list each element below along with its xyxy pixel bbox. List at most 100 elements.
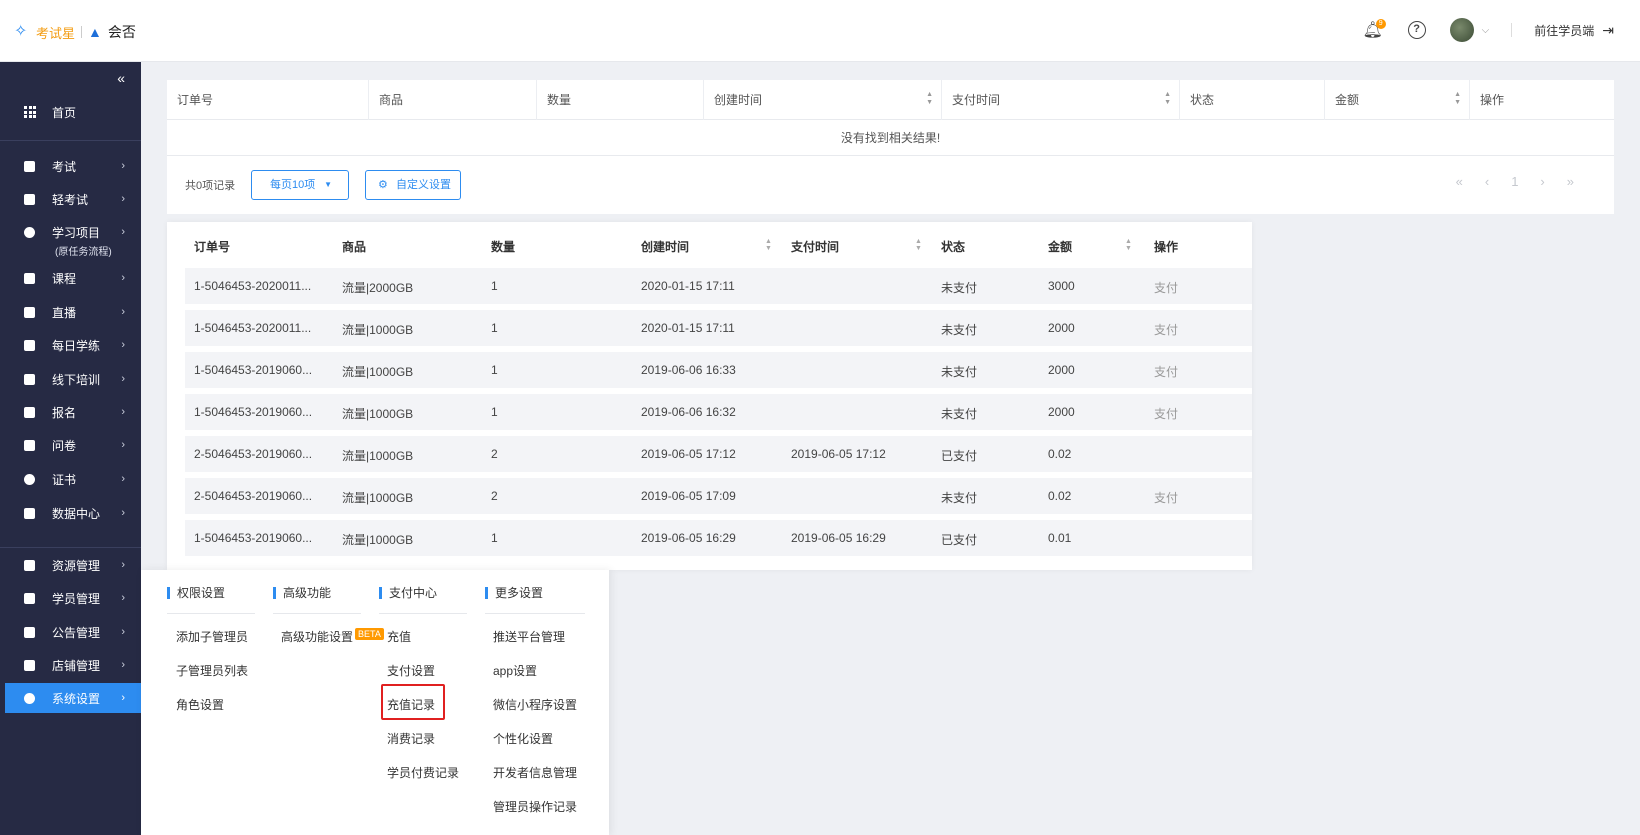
column-header[interactable]: 数量 — [537, 80, 704, 120]
menu-item-role-settings[interactable]: 角色设置 — [176, 696, 224, 713]
orders-table: 订单号 商品 数量 创建时间 ▲ ▼ 支付时间 ▲ ▼ 状态 金额 ▲ ▼ 操作 1-… — [167, 222, 1252, 570]
column-header-sortable[interactable]: 创建时间 ▲ ▼ — [704, 80, 942, 120]
pay-link[interactable]: 支付 — [1154, 489, 1214, 506]
prev-page-icon[interactable]: ‹ — [1485, 174, 1489, 189]
sort-icon[interactable]: ▲ ▼ — [1164, 91, 1171, 107]
sidebar-divider — [0, 140, 141, 141]
first-page-icon[interactable]: « — [1456, 174, 1463, 189]
avatar[interactable] — [1449, 18, 1474, 42]
sidebar-item-daily-practice[interactable]: 每日学练 › — [0, 330, 141, 360]
menu-group-title: 更多设置 — [485, 587, 543, 599]
sort-icon[interactable]: ▲ ▼ — [926, 91, 933, 107]
sort-icon[interactable]: ▲ ▼ — [1125, 238, 1132, 252]
menu-item-student-payment-records[interactable]: 学员付费记录 — [387, 764, 459, 781]
column-header[interactable]: 金额 — [1048, 238, 1072, 255]
sidebar-item-offline-training[interactable]: 线下培训 › — [0, 364, 141, 394]
collapse-icon[interactable]: « — [117, 70, 125, 86]
sidebar-item-students[interactable]: 学员管理 › — [0, 583, 141, 613]
column-header[interactable]: 创建时间 — [641, 238, 689, 255]
custom-settings-button[interactable]: ⚙ 自定义设置 — [365, 170, 461, 200]
column-header[interactable]: 状态 — [941, 238, 965, 255]
menu-item-admin-logs[interactable]: 管理员操作记录 — [493, 798, 577, 815]
sort-icon[interactable]: ▲ ▼ — [915, 238, 922, 252]
column-header[interactable]: 支付时间 — [791, 238, 839, 255]
column-header[interactable]: 商品 — [342, 238, 366, 255]
menu-item-wechat-miniprogram[interactable]: 微信小程序设置 — [493, 696, 577, 713]
column-header-sortable[interactable]: 支付时间 ▲ ▼ — [942, 80, 1180, 120]
cell-status: 未支付 — [941, 281, 978, 295]
menu-item-payment-settings[interactable]: 支付设置 — [387, 662, 435, 679]
chevron-down-icon[interactable]: ⌵ — [1482, 25, 1490, 36]
sidebar-item-sublabel: (原任务流程) — [55, 247, 112, 258]
menu-divider — [485, 613, 585, 614]
menu-item-personalization[interactable]: 个性化设置 — [493, 730, 553, 747]
page-number[interactable]: 1 — [1511, 174, 1518, 189]
sidebar-item-resources[interactable]: 资源管理 › — [0, 550, 141, 580]
last-page-icon[interactable]: » — [1567, 174, 1574, 189]
sidebar-item-label: 证书 — [52, 472, 77, 487]
menu-item-developer-info[interactable]: 开发者信息管理 — [493, 764, 577, 781]
table-row: 2-5046453-2019060... 流量|1000GB 2 2019-06-05… — [185, 478, 1252, 514]
clipboard-icon — [24, 160, 35, 172]
sidebar-item-system-settings[interactable]: 系统设置 › — [5, 683, 141, 713]
column-header[interactable]: 订单号 — [167, 80, 369, 120]
sidebar-item-data-center[interactable]: 数据中心 › — [0, 498, 141, 528]
sidebar-item-store[interactable]: 店铺管理 › — [0, 650, 141, 680]
pay-link[interactable]: 支付 — [1154, 321, 1214, 338]
cell-order-number: 1-5046453-2019060... — [194, 531, 313, 545]
sort-icon[interactable]: ▲ ▼ — [765, 238, 772, 252]
chevron-right-icon: › — [121, 473, 125, 485]
notification-badge: 9 — [1375, 19, 1386, 29]
menu-item-recharge[interactable]: 充值 — [387, 628, 411, 645]
chevron-right-icon: › — [121, 439, 125, 451]
cell-quantity: 1 — [491, 531, 498, 545]
column-header[interactable]: 商品 — [369, 80, 537, 120]
page-size-select[interactable]: 每页10项 ▼ — [251, 170, 349, 200]
sidebar-item-home[interactable]: 首页 — [0, 97, 141, 127]
pay-link[interactable]: 支付 — [1154, 363, 1214, 380]
menu-item-consumption-records[interactable]: 消费记录 — [387, 730, 435, 747]
menu-item-push-platform[interactable]: 推送平台管理 — [493, 628, 565, 645]
column-header-label: 金额 — [1335, 93, 1360, 107]
goto-student-link[interactable]: 前往学员端 ⇥ — [1534, 22, 1614, 39]
sidebar-item-certificate[interactable]: 证书 › — [0, 464, 141, 494]
column-header[interactable]: 数量 — [491, 238, 515, 255]
menu-item-sub-admin-list[interactable]: 子管理员列表 — [176, 662, 248, 679]
cell-created-time: 2019-06-05 17:12 — [641, 447, 736, 461]
pay-link[interactable]: 支付 — [1154, 405, 1214, 422]
next-page-icon[interactable]: › — [1540, 174, 1544, 189]
cell-order-number: 2-5046453-2019060... — [194, 489, 313, 503]
sidebar-item-signup[interactable]: 报名 › — [0, 397, 141, 427]
chevron-right-icon: › — [121, 306, 125, 318]
column-header[interactable]: 操作 — [1470, 80, 1614, 120]
pay-link[interactable]: 支付 — [1154, 279, 1214, 296]
gear-icon — [24, 692, 35, 704]
clipboard-icon — [24, 193, 35, 205]
sidebar-item-survey[interactable]: 问卷 › — [0, 430, 141, 460]
menu-item-advanced-settings[interactable]: 高级功能设置 BETA — [281, 628, 384, 645]
caret-down-icon: ▼ — [324, 180, 332, 189]
column-header[interactable]: 订单号 — [194, 238, 230, 255]
sidebar-item-exam[interactable]: 考试 › — [0, 151, 141, 181]
bell-icon[interactable]: 🔔︎ 9 — [1362, 19, 1386, 41]
menu-item-app-settings[interactable]: app设置 — [493, 662, 537, 679]
cell-amount: 2000 — [1048, 405, 1075, 419]
column-header-sortable[interactable]: 金额 ▲ ▼ — [1325, 80, 1470, 120]
goto-student-label: 前往学员端 — [1534, 23, 1595, 38]
system-settings-menu: 权限设置 添加子管理员 子管理员列表 角色设置 高级功能 高级功能设置 BETA … — [141, 570, 609, 835]
column-header[interactable]: 状态 — [1180, 80, 1325, 120]
column-header[interactable]: 操作 — [1154, 238, 1178, 255]
sidebar-item-live[interactable]: 直播 › — [0, 297, 141, 327]
cell-order-number: 1-5046453-2020011... — [194, 321, 312, 335]
menu-item-add-sub-admin[interactable]: 添加子管理员 — [176, 628, 248, 645]
sidebar-item-course[interactable]: 课程 › — [0, 263, 141, 293]
sidebar-item-project[interactable]: 学习项目 (原任务流程) › — [0, 217, 141, 258]
logo[interactable]: ✧ 考试星 ▲ 会否 — [14, 22, 136, 42]
orders-table-background: 订单号 商品 数量 创建时间 ▲ ▼ 支付时间 ▲ ▼ 状态 金额 ▲ ▼ 操作 没有找到相… — [167, 80, 1614, 214]
cell-quantity: 1 — [491, 405, 498, 419]
sidebar-item-announcements[interactable]: 公告管理 › — [0, 617, 141, 647]
sort-icon[interactable]: ▲ ▼ — [1454, 91, 1461, 107]
cell-product: 流量|1000GB — [342, 449, 414, 463]
sidebar-item-light-exam[interactable]: 轻考试 › — [0, 184, 141, 214]
help-icon[interactable]: ? — [1406, 19, 1428, 41]
